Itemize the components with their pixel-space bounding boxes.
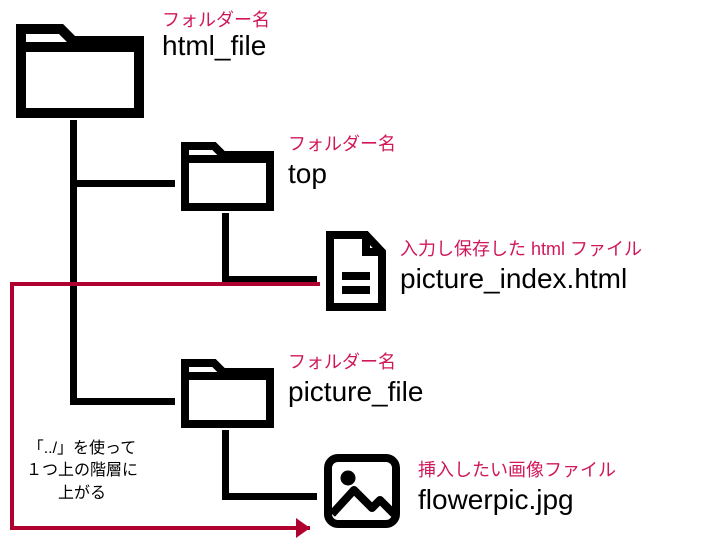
file-icon <box>322 230 390 312</box>
arrow-note: 「../」を使って １つ上の階層に 上がる <box>12 438 152 505</box>
image-file-name: flowerpic.jpg <box>418 484 574 516</box>
html-file-annotation: 入力し保存した html ファイル <box>400 235 642 261</box>
tree-line <box>222 213 229 283</box>
html-file-name: picture_index.html <box>400 263 627 295</box>
tree-line <box>70 180 175 187</box>
image-file-annotation: 挿入したい画像ファイル <box>418 456 616 482</box>
root-folder-annotation: フォルダー名 <box>162 6 270 32</box>
folder-icon <box>180 135 275 213</box>
picture-folder-annotation: フォルダー名 <box>288 348 396 374</box>
tree-line <box>222 276 317 283</box>
top-folder-name: top <box>288 158 327 190</box>
folder-icon <box>15 15 145 120</box>
image-icon <box>322 452 402 530</box>
tree-line <box>70 398 175 405</box>
top-folder-annotation: フォルダー名 <box>288 130 396 156</box>
folder-icon <box>180 352 275 430</box>
arrow-note-line1: 「../」を使って <box>28 440 137 457</box>
root-folder-name: html_file <box>162 30 266 62</box>
arrow-note-line2: １つ上の階層に <box>26 462 138 479</box>
diagram-stage: フォルダー名 html_file フォルダー名 top 入力し保存した html… <box>0 0 708 554</box>
tree-line <box>70 120 77 405</box>
arrow-note-line3: 上がる <box>58 485 106 502</box>
picture-folder-name: picture_file <box>288 376 423 408</box>
tree-line <box>222 493 317 500</box>
tree-line <box>222 430 229 500</box>
